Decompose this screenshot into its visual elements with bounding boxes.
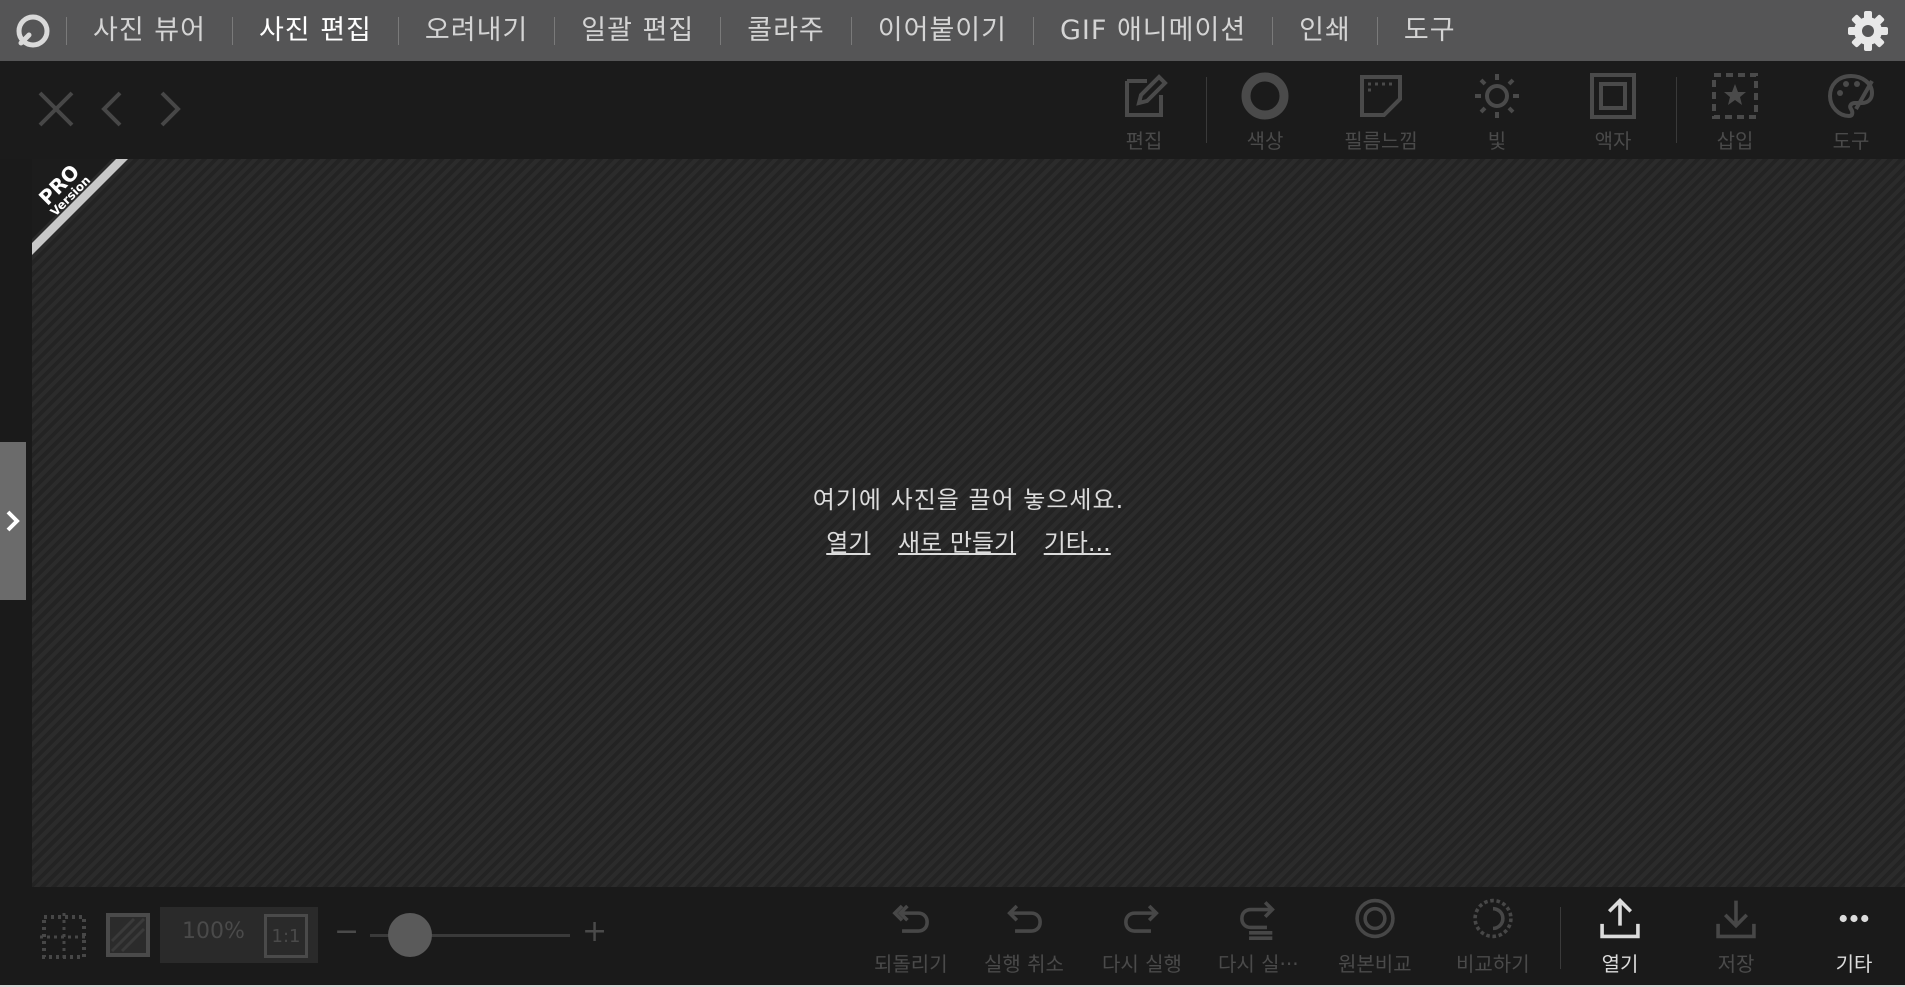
open-label: 열기: [1601, 952, 1639, 976]
close-icon[interactable]: [34, 87, 78, 131]
drop-message: 여기에 사진을 끌어 놓으세요.: [812, 486, 1125, 514]
undo-label: 실행 취소: [984, 952, 1064, 976]
drop-links: 열기 새로 만들기 기타...: [32, 523, 1905, 558]
tool-film[interactable]: 필름느낌: [1326, 71, 1436, 157]
tool-color-label: 색상: [1246, 129, 1284, 153]
redo-button[interactable]: 다시 실행: [1102, 897, 1182, 977]
film-icon: [1360, 75, 1402, 117]
drop-zone-prompt: 여기에 사진을 끌어 놓으세요. 열기 새로 만들기 기타...: [32, 480, 1905, 558]
bottom-bar: 100% 1:1 − + 되돌리기 실행 취소 다시 실행 다시 실··· 원본…: [0, 887, 1905, 987]
fit-selection-icon[interactable]: [40, 913, 88, 965]
upload-icon: [1600, 898, 1640, 939]
insert-star-icon: [1712, 73, 1758, 119]
tool-film-label: 필름느낌: [1344, 129, 1418, 153]
zoom-slider-thumb[interactable]: [388, 913, 432, 957]
compare-original-icon: [1355, 898, 1395, 939]
toolbar-separator: [1206, 77, 1207, 143]
compare-original-label: 원본비교: [1338, 952, 1412, 976]
app-logo-icon[interactable]: [0, 0, 66, 61]
editor-toolbar: 편집 색상 필름느낌 빛 액자 삽입 도구: [0, 61, 1905, 159]
menu-item-batch-edit[interactable]: 일괄 편집: [555, 0, 720, 61]
settings-gear-icon[interactable]: [1845, 8, 1891, 54]
menu-item-stitch[interactable]: 이어붙이기: [852, 0, 1033, 61]
tool-edit[interactable]: 편집: [1089, 71, 1199, 157]
color-ring-icon: [1241, 72, 1289, 120]
redo-all-label: 다시 실···: [1218, 952, 1299, 976]
compare-original-button[interactable]: 원본비교: [1338, 897, 1412, 977]
tool-light[interactable]: 빛: [1442, 71, 1552, 157]
compare-button[interactable]: 비교하기: [1456, 897, 1530, 977]
menu-item-cutout[interactable]: 오려내기: [399, 0, 554, 61]
toolbar-separator: [1676, 77, 1677, 143]
redo-label: 다시 실행: [1102, 952, 1182, 976]
side-panel-toggle[interactable]: [0, 442, 26, 600]
undo-button[interactable]: 실행 취소: [984, 897, 1064, 977]
redo-all-icon: [1240, 901, 1276, 940]
open-link[interactable]: 열기: [826, 529, 870, 557]
open-button[interactable]: 열기: [1596, 897, 1644, 977]
tool-tools[interactable]: 도구: [1796, 71, 1905, 157]
more-label: 기타: [1835, 952, 1873, 976]
background-toggle-icon[interactable]: [106, 913, 150, 961]
menu-item-collage[interactable]: 콜라주: [721, 0, 851, 61]
chevron-right-icon: [6, 510, 20, 532]
more-button[interactable]: 기타: [1830, 897, 1878, 977]
zoom-out-button[interactable]: −: [334, 917, 359, 947]
tool-tools-label: 도구: [1832, 129, 1870, 153]
tool-edit-label: 편집: [1125, 129, 1163, 153]
main-menu: 사진 뷰어 사진 편집 오려내기 일괄 편집 콜라주 이어붙이기 GIF 애니메…: [66, 0, 1482, 61]
menu-item-gif-animation[interactable]: GIF 애니메이션: [1034, 0, 1272, 61]
download-icon: [1716, 900, 1756, 939]
new-link[interactable]: 새로 만들기: [898, 529, 1016, 557]
menu-item-photo-viewer[interactable]: 사진 뷰어: [67, 0, 232, 61]
tool-color[interactable]: 색상: [1210, 71, 1320, 157]
revert-label: 되돌리기: [874, 952, 948, 976]
save-label: 저장: [1717, 952, 1755, 976]
menu-item-photo-edit[interactable]: 사진 편집: [233, 0, 398, 61]
tool-frame-label: 액자: [1594, 129, 1632, 153]
revert-icon: [892, 904, 929, 933]
tool-insert-label: 삽입: [1716, 129, 1754, 153]
more-link[interactable]: 기타...: [1044, 529, 1111, 557]
compare-icon: [1473, 898, 1513, 939]
redo-all-button[interactable]: 다시 실···: [1218, 897, 1299, 977]
tool-insert[interactable]: 삽입: [1680, 71, 1790, 157]
revert-button[interactable]: 되돌리기: [874, 897, 948, 977]
frame-icon: [1590, 73, 1636, 119]
zoom-value: 100%: [182, 919, 245, 944]
next-chevron-icon[interactable]: [146, 87, 190, 131]
tool-frame[interactable]: 액자: [1558, 71, 1668, 157]
actual-size-button[interactable]: 1:1: [264, 914, 308, 958]
undo-icon: [1007, 904, 1042, 933]
palette-icon: [1827, 73, 1875, 119]
redo-icon: [1124, 904, 1159, 933]
menu-item-tools[interactable]: 도구: [1378, 0, 1482, 61]
zoom-in-button[interactable]: +: [582, 917, 607, 947]
edit-icon: [1125, 74, 1168, 117]
tool-light-label: 빛: [1487, 129, 1507, 153]
more-dots-icon: [1839, 914, 1869, 923]
bottom-separator: [1560, 907, 1561, 969]
compare-label: 비교하기: [1456, 952, 1530, 976]
sun-icon: [1475, 74, 1519, 118]
menu-item-print[interactable]: 인쇄: [1273, 0, 1377, 61]
top-menu-bar: 사진 뷰어 사진 편집 오려내기 일괄 편집 콜라주 이어붙이기 GIF 애니메…: [0, 0, 1905, 61]
save-button[interactable]: 저장: [1712, 897, 1760, 977]
previous-chevron-icon[interactable]: [92, 87, 136, 131]
